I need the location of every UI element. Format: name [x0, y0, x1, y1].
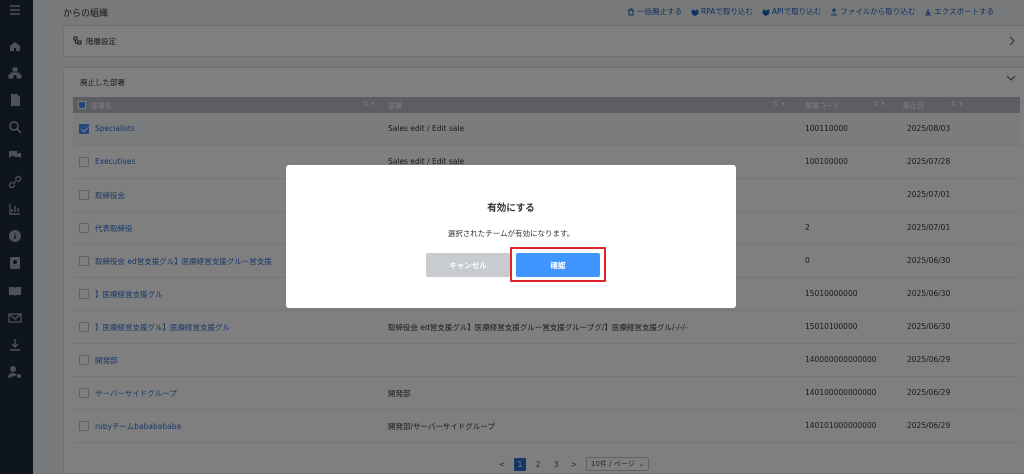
highlight-box	[510, 247, 606, 282]
enable-dialog: 有効にする 選択されたチームが有効になります。 キャンセル 確認	[286, 165, 736, 308]
cancel-button[interactable]: キャンセル	[426, 253, 510, 277]
dialog-message: 選択されたチームが有効になります。	[447, 229, 575, 238]
dialog-title: 有効にする	[487, 203, 535, 214]
